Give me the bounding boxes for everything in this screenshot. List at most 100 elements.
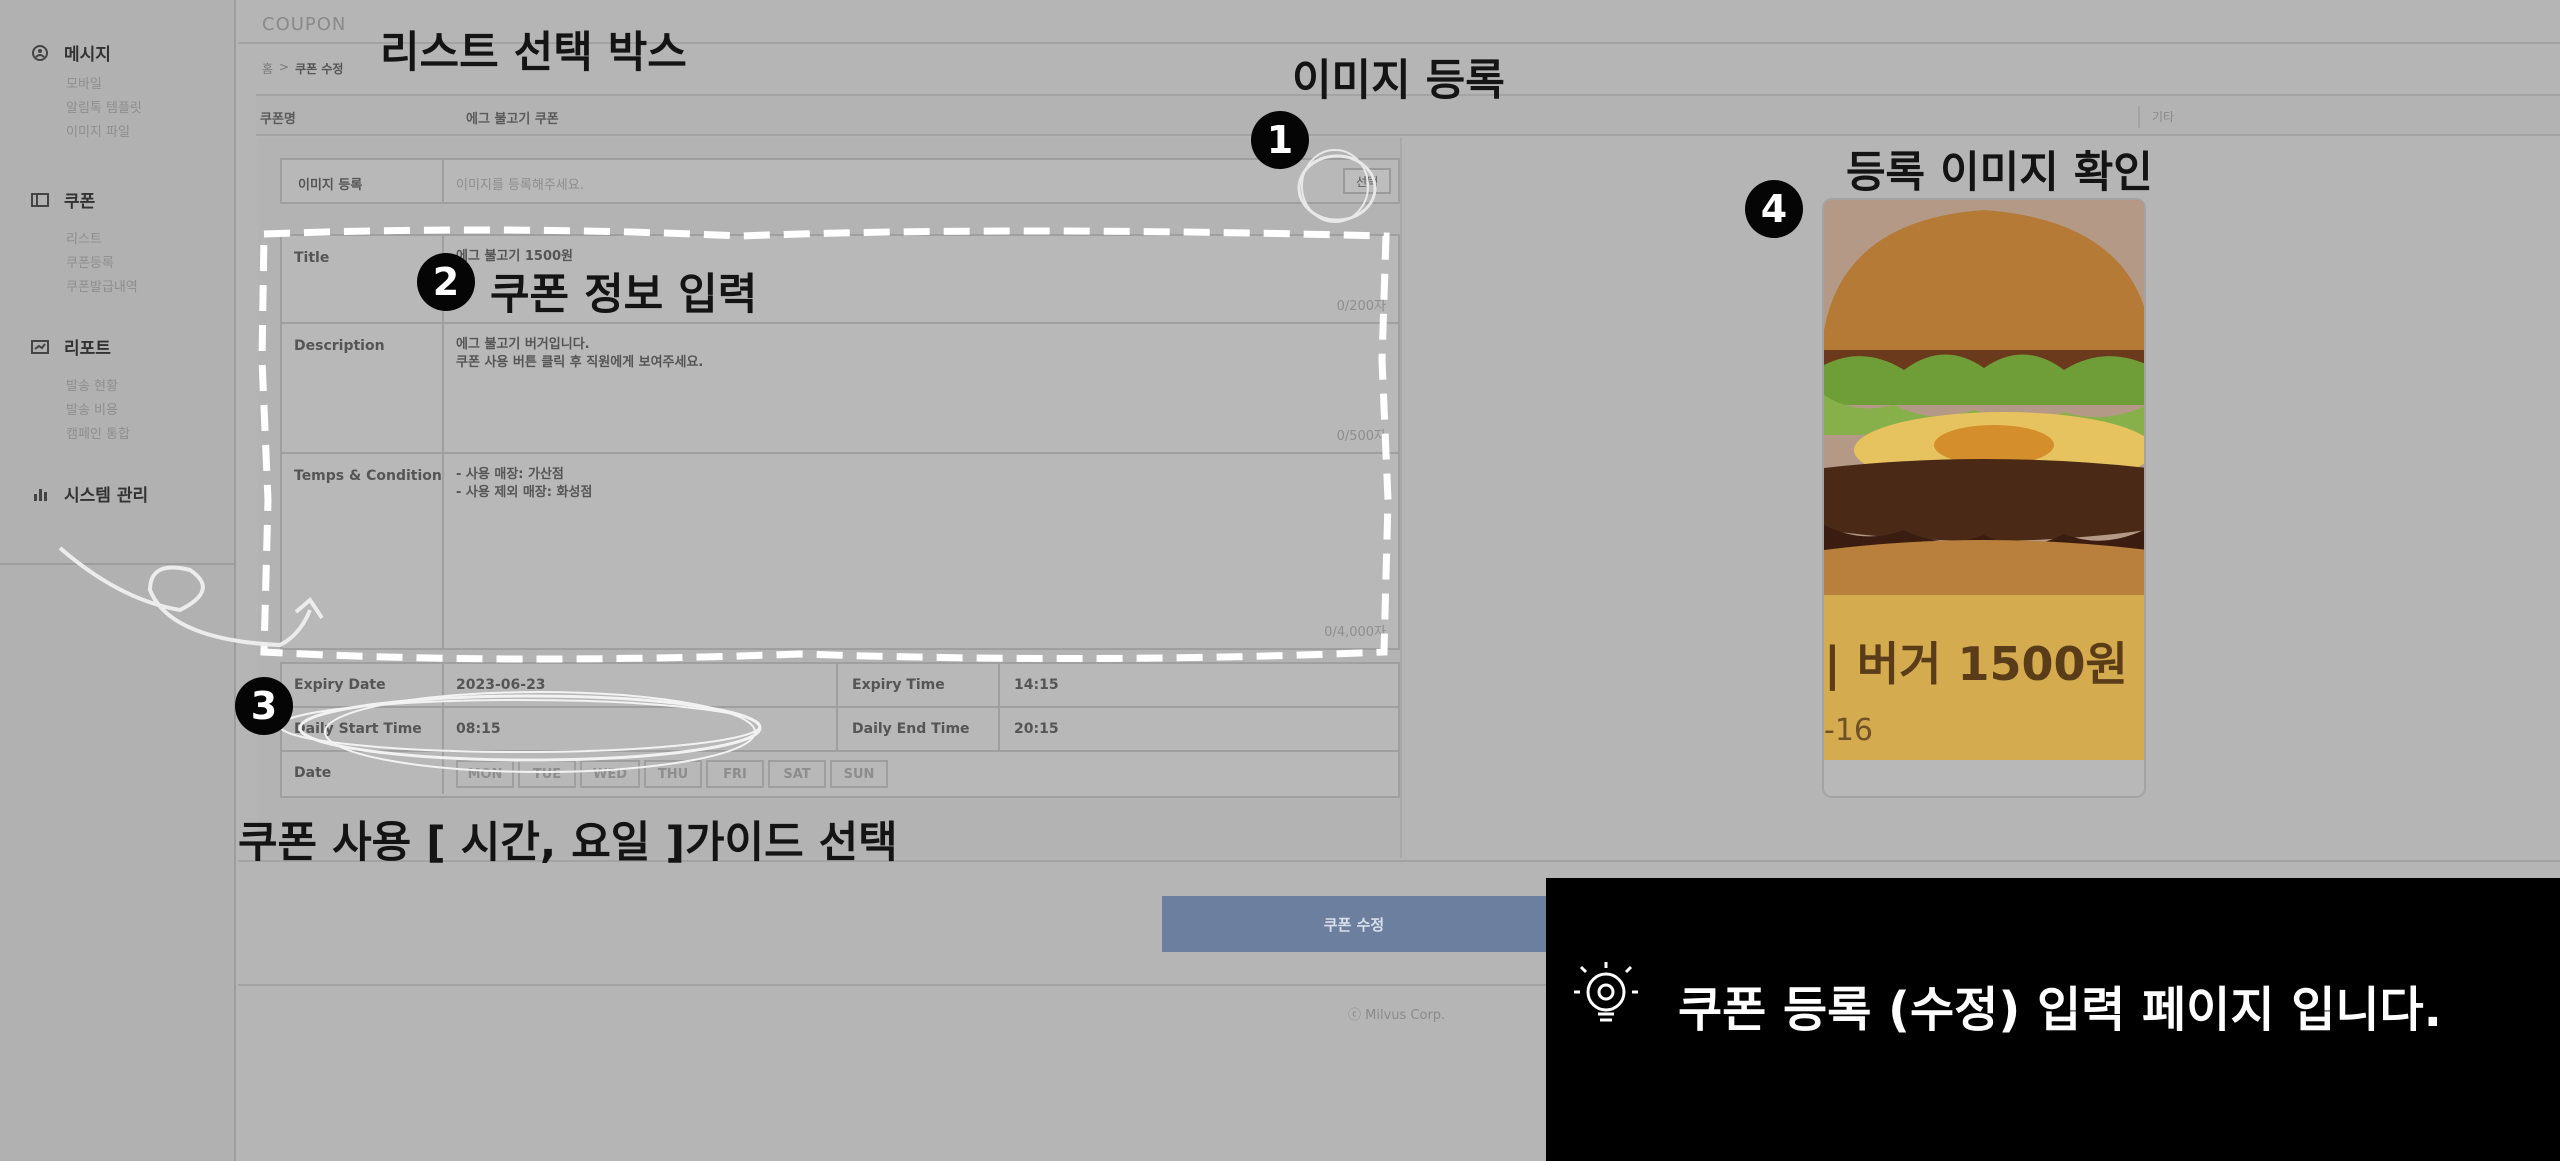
row-separator <box>442 160 444 202</box>
terms-line: - 사용 제외 매장: 화성점 <box>456 485 593 500</box>
date-row: Date MON TUE WED THU FRI SAT SUN <box>282 752 1398 796</box>
day-toggle-fri[interactable]: FRI <box>706 760 764 788</box>
image-select-button[interactable]: 선택 <box>1343 168 1391 194</box>
sidebar-subitem-send-cost[interactable]: 발송 비용 <box>66 399 130 423</box>
day-toggle-sun[interactable]: SUN <box>830 760 888 788</box>
row-separator <box>442 752 444 794</box>
sidebar-group-coupon: 쿠폰 리스트 쿠폰등록 쿠폰발급내역 <box>30 187 138 300</box>
expiry-date-label: Expiry Date <box>294 677 386 693</box>
sidebar: 메시지 모바일 알림톡 템플릿 이미지 파일 쿠폰 리스트 쿠폰등록 쿠폰발급내… <box>0 0 236 1161</box>
description-line: 에그 불고기 버거입니다. <box>456 337 590 352</box>
step-badge-2: 2 <box>417 253 475 311</box>
breadcrumb-home[interactable]: 홈 <box>262 60 273 77</box>
lightbulb-icon <box>1574 962 1638 1022</box>
sidebar-item-label: 리포트 <box>64 339 111 359</box>
annotation-image-register: 이미지 등록 <box>1292 56 1505 106</box>
coupon-box-icon <box>30 190 50 210</box>
daily-start-label: Daily Start Time <box>294 721 422 737</box>
terms-label: Temps & Condition <box>294 468 442 484</box>
annotation-list-select: 리스트 선택 박스 <box>380 28 687 78</box>
sidebar-group-report: 리포트 발송 현황 발송 비용 캠페인 통합 <box>30 334 130 447</box>
sidebar-subitem-mobile[interactable]: 모바일 <box>66 73 142 97</box>
step-badge-4: 4 <box>1745 180 1803 238</box>
daily-start-input[interactable]: 08:15 <box>456 721 501 737</box>
sidebar-item-label: 쿠폰 <box>64 192 96 212</box>
message-circle-icon <box>30 43 50 63</box>
page-title: COUPON <box>262 14 347 35</box>
image-upload-label: 이미지 등록 <box>298 178 363 193</box>
bar-chart-icon <box>30 484 50 504</box>
preview-price-text: | 버거 1500원 <box>1824 637 2128 692</box>
day-toggle-sat[interactable]: SAT <box>768 760 826 788</box>
title-label: Title <box>294 250 330 266</box>
row-separator <box>442 454 444 648</box>
day-toggle-thu[interactable]: THU <box>644 760 702 788</box>
coupon-name-select[interactable]: 에그 불고기 쿠폰 <box>466 108 559 127</box>
terms-textarea[interactable]: - 사용 매장: 가산점 - 사용 제외 매장: 화성점 <box>456 466 592 502</box>
sidebar-item-message[interactable]: 메시지 <box>30 40 142 65</box>
coupon-extra-label: 기타 <box>2138 106 2174 128</box>
description-counter: 0/500자 <box>1336 429 1386 444</box>
daily-time-row: Daily Start Time 08:15 Daily End Time 20… <box>282 708 1398 752</box>
date-label: Date <box>294 765 332 781</box>
sidebar-subitem-template[interactable]: 알림톡 템플릿 <box>66 97 142 121</box>
sidebar-group-system: 시스템 관리 <box>30 481 148 506</box>
sidebar-item-label: 메시지 <box>64 45 111 65</box>
expiry-date-input[interactable]: 2023-06-23 <box>456 677 546 693</box>
day-toggle-mon[interactable]: MON <box>456 760 514 788</box>
daily-end-label: Daily End Time <box>852 721 970 737</box>
coupon-name-label: 쿠폰명 <box>260 112 296 127</box>
title-counter: 0/200자 <box>1336 299 1386 314</box>
expiry-row: Expiry Date 2023-06-23 Expiry Time 14:15 <box>282 664 1398 708</box>
day-toggle-tue[interactable]: TUE <box>518 760 576 788</box>
annotation-guide: 쿠폰 사용 [ 시간, 요일 ]가이드 선택 <box>238 818 898 868</box>
step-badge-1: 1 <box>1251 111 1309 169</box>
sidebar-item-system[interactable]: 시스템 관리 <box>30 481 148 506</box>
coupon-update-button[interactable]: 쿠폰 수정 <box>1162 896 1546 952</box>
info-callout: 쿠폰 등록 (수정) 입력 페이지 입니다. <box>1546 878 2560 1161</box>
description-textarea[interactable]: 에그 불고기 버거입니다. 쿠폰 사용 버튼 클릭 후 직원에게 보여주세요. <box>456 336 703 372</box>
image-upload-row: 이미지 등록 이미지를 등록해주세요. 선택 <box>280 158 1400 204</box>
sidebar-item-label: 시스템 관리 <box>64 486 149 506</box>
row-separator <box>442 664 444 706</box>
description-label: Description <box>294 338 385 354</box>
annotation-preview-check: 등록 이미지 확인 <box>1846 148 2153 198</box>
row-separator <box>836 664 838 706</box>
day-toggle-wed[interactable]: WED <box>580 760 640 788</box>
sidebar-subitem-coupon-register[interactable]: 쿠폰등록 <box>66 252 138 276</box>
sidebar-subitem-coupon-history[interactable]: 쿠폰발급내역 <box>66 276 138 300</box>
time-guide-table: Expiry Date 2023-06-23 Expiry Time 14:15… <box>280 662 1400 798</box>
step-badge-3: 3 <box>235 677 293 735</box>
sidebar-item-report[interactable]: 리포트 <box>30 334 130 359</box>
burger-preview-image: | 버거 1500원 -16 <box>1824 200 2144 796</box>
breadcrumb-current: 쿠폰 수정 <box>295 62 344 76</box>
coupon-image-preview: | 버거 1500원 -16 <box>1822 198 2146 798</box>
daily-end-input[interactable]: 20:15 <box>1014 721 1059 737</box>
sidebar-subitem-image-file[interactable]: 이미지 파일 <box>66 121 142 145</box>
info-message: 쿠폰 등록 (수정) 입력 페이지 입니다. <box>1678 982 2442 1038</box>
image-upload-input[interactable]: 이미지를 등록해주세요. <box>456 174 584 193</box>
report-icon <box>30 337 50 357</box>
expiry-time-label: Expiry Time <box>852 677 945 693</box>
row-separator <box>442 324 444 452</box>
sidebar-item-coupon[interactable]: 쿠폰 <box>30 187 138 212</box>
terms-row: Temps & Condition - 사용 매장: 가산점 - 사용 제외 매… <box>282 454 1398 648</box>
footer-copyright: ⓒ Milvus Corp. <box>1348 1008 1446 1023</box>
row-separator <box>442 708 444 750</box>
terms-line: - 사용 매장: 가산점 <box>456 467 564 482</box>
sidebar-subitem-list[interactable]: 리스트 <box>66 228 138 252</box>
row-separator <box>836 708 838 750</box>
expiry-time-input[interactable]: 14:15 <box>1014 677 1059 693</box>
terms-counter: 0/4,000자 <box>1324 625 1386 640</box>
description-row: Description 에그 불고기 버거입니다. 쿠폰 사용 버튼 클릭 후 … <box>282 324 1398 454</box>
row-separator <box>998 664 1000 706</box>
breadcrumb-separator: > <box>279 60 290 74</box>
sidebar-subitem-campaign[interactable]: 캠페인 통합 <box>66 423 130 447</box>
sidebar-group-message: 메시지 모바일 알림톡 템플릿 이미지 파일 <box>30 40 142 145</box>
preview-sub-text: -16 <box>1824 713 1873 748</box>
annotation-coupon-info: 쿠폰 정보 입력 <box>490 270 758 320</box>
description-line: 쿠폰 사용 버튼 클릭 후 직원에게 보여주세요. <box>456 355 704 370</box>
sidebar-divider <box>0 563 236 565</box>
breadcrumb: 홈 > 쿠폰 수정 <box>262 60 343 77</box>
sidebar-subitem-send-status[interactable]: 발송 현황 <box>66 375 130 399</box>
